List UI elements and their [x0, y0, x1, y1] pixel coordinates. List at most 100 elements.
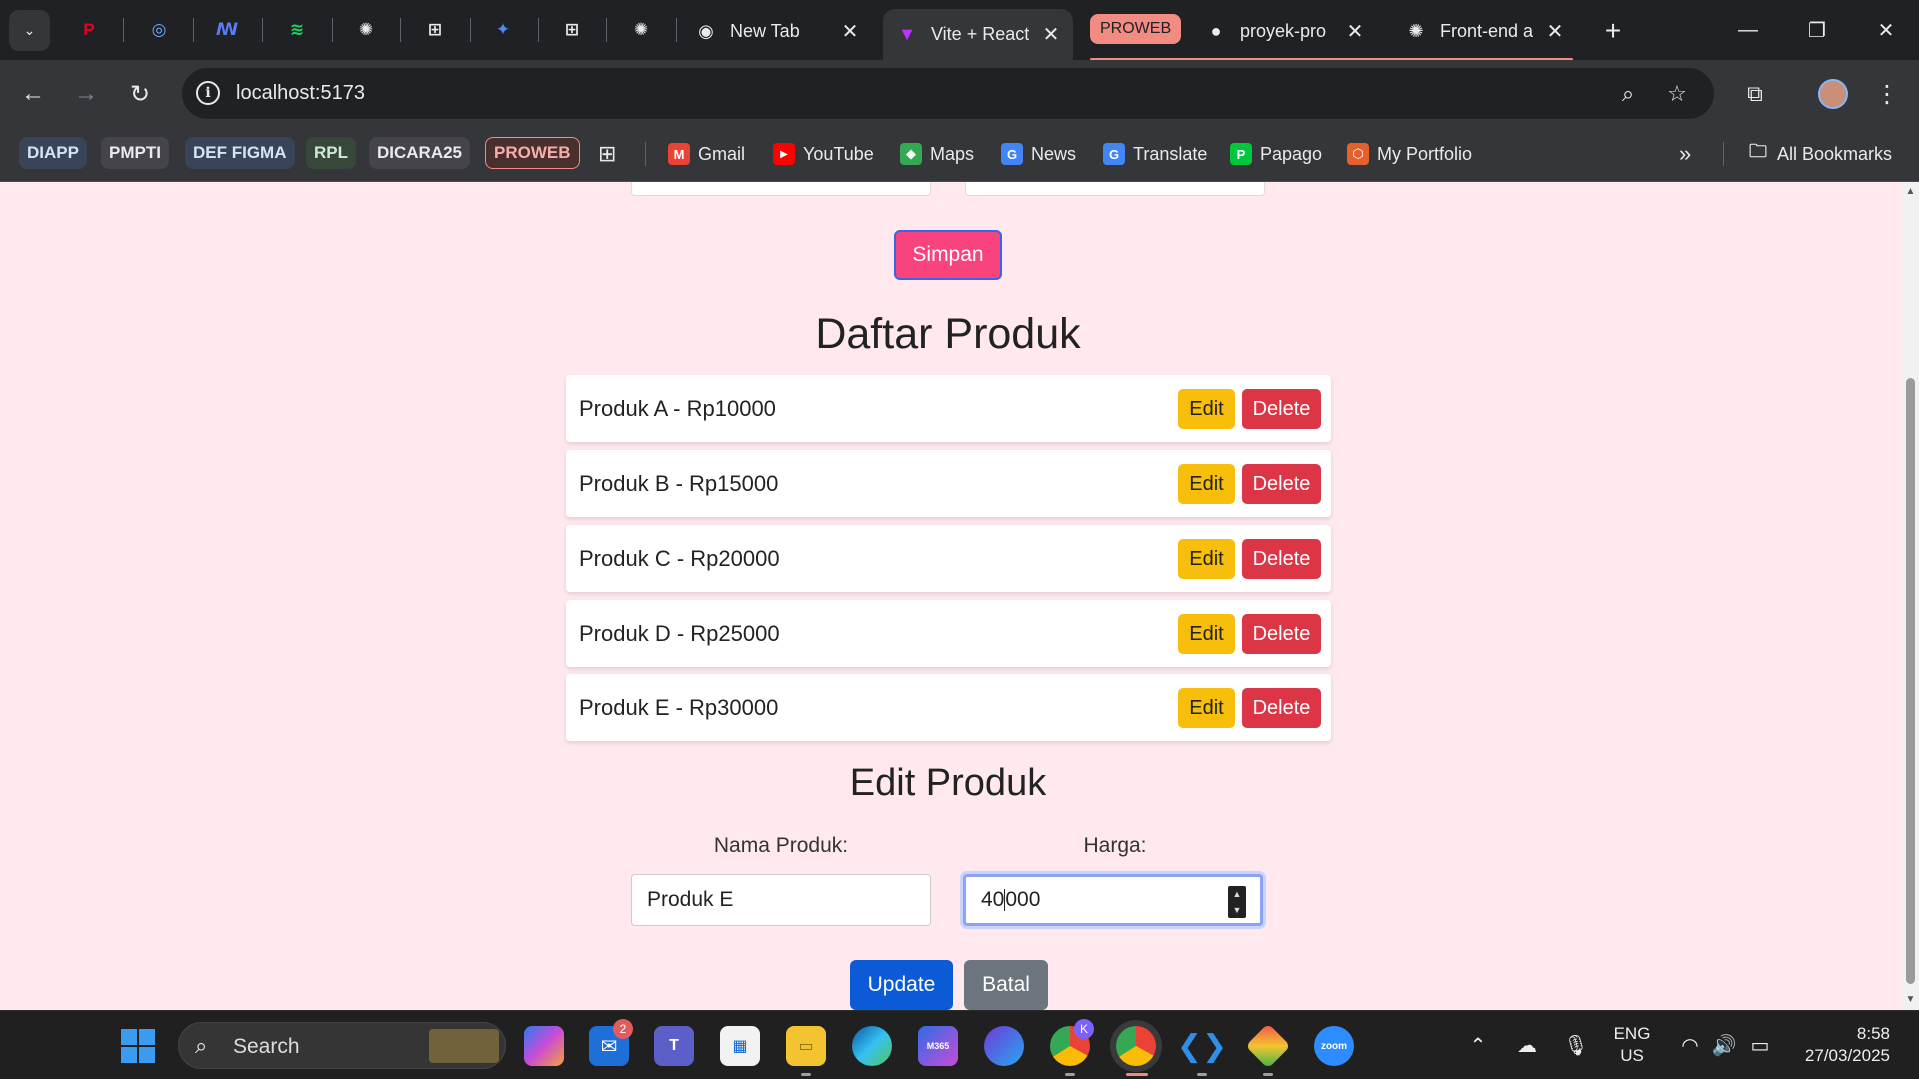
- forward-button[interactable]: →: [66, 74, 106, 114]
- pinned-tab-target-icon[interactable]: ◎: [141, 12, 177, 48]
- edit-button[interactable]: Edit: [1178, 389, 1235, 429]
- bookmark-maps[interactable]: ◆ Maps: [900, 138, 974, 170]
- firefox-icon[interactable]: [984, 1026, 1024, 1066]
- product-text: Produk A - Rp10000: [579, 396, 776, 421]
- tab-search-button[interactable]: ⌄: [9, 10, 50, 51]
- spinner-down-icon[interactable]: ▼: [1233, 905, 1242, 915]
- product-row: Produk B - Rp15000 Edit Delete: [566, 450, 1331, 517]
- tab-new-tab[interactable]: ◉ New Tab ✕: [682, 9, 872, 54]
- zoom-app-icon[interactable]: zoom: [1314, 1026, 1354, 1066]
- close-icon[interactable]: ✕: [1543, 20, 1567, 44]
- vscode-icon[interactable]: ❮❯: [1177, 1026, 1227, 1066]
- apps-button[interactable]: ⊞: [598, 138, 616, 170]
- product-name-input[interactable]: Produk E: [631, 874, 931, 926]
- bookmark-folder-diapp[interactable]: DIAPP: [19, 137, 87, 169]
- minimize-button[interactable]: —: [1723, 8, 1773, 52]
- bookmark-star-icon[interactable]: ☆: [1663, 80, 1691, 108]
- bookmark-youtube[interactable]: ▶ YouTube: [773, 138, 874, 170]
- product-text: Produk E - Rp30000: [579, 695, 779, 720]
- language-indicator[interactable]: ENG US: [1612, 1023, 1652, 1067]
- edit-button[interactable]: Edit: [1178, 539, 1235, 579]
- edit-button[interactable]: Edit: [1178, 614, 1235, 654]
- number-spinner[interactable]: ▲ ▼: [1228, 886, 1246, 918]
- taskbar-search[interactable]: ⌕ Search: [178, 1022, 506, 1069]
- menu-button[interactable]: ⋮: [1867, 74, 1907, 114]
- scroll-down-icon[interactable]: ▼: [1905, 994, 1916, 1005]
- delete-button[interactable]: Delete: [1242, 539, 1321, 579]
- openai-tab-icon[interactable]: ✺: [623, 12, 659, 48]
- add-price-input[interactable]: [965, 182, 1265, 196]
- delete-button[interactable]: Delete: [1242, 614, 1321, 654]
- back-button[interactable]: ←: [13, 74, 53, 114]
- edge-icon[interactable]: [852, 1026, 892, 1066]
- scrollbar-thumb[interactable]: [1906, 378, 1915, 984]
- microphone-icon[interactable]: 🎙: [1560, 1029, 1592, 1061]
- edit-button[interactable]: Edit: [1178, 464, 1235, 504]
- pinned-tab-grid-icon[interactable]: ⊞: [554, 12, 590, 48]
- spotify-tab-icon[interactable]: ≋: [279, 12, 315, 48]
- wifi-icon[interactable]: ◠: [1674, 1029, 1706, 1061]
- page-scrollbar[interactable]: ▲ ▼: [1902, 182, 1919, 1010]
- close-icon[interactable]: ✕: [838, 20, 862, 44]
- more-bookmarks-button[interactable]: »: [1679, 138, 1691, 170]
- microsoft-store-icon[interactable]: ▦: [720, 1026, 760, 1066]
- add-name-input[interactable]: [631, 182, 931, 196]
- show-hidden-icons-icon[interactable]: ⌃: [1462, 1029, 1494, 1061]
- bookmark-translate[interactable]: G Translate: [1103, 138, 1207, 170]
- tab-vite-react[interactable]: ▼ Vite + React ✕: [883, 9, 1073, 60]
- microsoft-365-icon[interactable]: M365: [918, 1026, 958, 1066]
- bookmark-news[interactable]: G News: [1001, 138, 1076, 170]
- volume-icon[interactable]: 🔊: [1708, 1029, 1740, 1061]
- reload-button[interactable]: ↻: [120, 74, 160, 114]
- update-button[interactable]: Update: [850, 960, 953, 1010]
- new-tab-button[interactable]: +: [1596, 14, 1630, 48]
- tab-front-end[interactable]: ✺ Front-end a ✕: [1392, 9, 1577, 54]
- copilot-icon[interactable]: [524, 1026, 564, 1066]
- tab-title: proyek-pro: [1240, 21, 1327, 41]
- bookmark-folder-pmpti[interactable]: PMPTI: [101, 137, 169, 169]
- edit-button[interactable]: Edit: [1178, 688, 1235, 728]
- restore-button[interactable]: ❐: [1792, 8, 1842, 52]
- close-window-button[interactable]: ✕: [1861, 8, 1911, 52]
- address-bar[interactable]: i localhost:5173 ⌕ ☆: [182, 68, 1714, 119]
- price-input[interactable]: 40 000 ▲ ▼: [963, 874, 1263, 926]
- pinned-tab-whale-icon[interactable]: ꟿ: [209, 12, 245, 48]
- chrome-active-icon[interactable]: [1116, 1026, 1156, 1066]
- close-icon[interactable]: ✕: [1343, 20, 1367, 44]
- bookmark-papago[interactable]: P Papago: [1230, 138, 1322, 170]
- close-icon[interactable]: ✕: [1039, 23, 1063, 47]
- openai-tab-icon[interactable]: ✺: [348, 12, 384, 48]
- app-diamond-icon[interactable]: [1245, 1023, 1291, 1069]
- teams-icon[interactable]: T: [654, 1026, 694, 1066]
- delete-button[interactable]: Delete: [1242, 688, 1321, 728]
- zoom-icon[interactable]: ⌕: [1614, 80, 1642, 108]
- scroll-up-icon[interactable]: ▲: [1905, 186, 1916, 197]
- tab-group-label[interactable]: PROWEB: [1090, 14, 1182, 44]
- extensions-button[interactable]: ⧉: [1735, 74, 1775, 114]
- bookmark-folder-rpl[interactable]: RPL: [306, 137, 356, 169]
- pinned-tab-grid-icon[interactable]: ⊞: [417, 12, 453, 48]
- bookmark-gmail[interactable]: M Gmail: [668, 138, 745, 170]
- address-url[interactable]: localhost:5173: [236, 82, 365, 105]
- save-button[interactable]: Simpan: [894, 230, 1002, 280]
- bookmark-folder-dicara25[interactable]: DICARA25: [369, 137, 471, 169]
- delete-button[interactable]: Delete: [1242, 464, 1321, 504]
- windows-start-icon[interactable]: [121, 1029, 155, 1063]
- bookmark-my-portfolio[interactable]: ⬡ My Portfolio: [1347, 138, 1472, 170]
- minimize-icon: —: [1738, 18, 1758, 41]
- battery-icon[interactable]: ▭: [1744, 1029, 1776, 1061]
- spinner-up-icon[interactable]: ▲: [1233, 889, 1242, 899]
- site-info-icon[interactable]: i: [196, 81, 220, 105]
- onedrive-icon[interactable]: ☁: [1511, 1029, 1543, 1061]
- bookmark-folder-def-figma[interactable]: DEF FIGMA: [185, 137, 295, 169]
- bookmark-folder-proweb[interactable]: PROWEB: [485, 137, 580, 169]
- file-explorer-icon[interactable]: ▭: [786, 1026, 826, 1066]
- tab-github[interactable]: ● proyek-pro ✕: [1192, 9, 1377, 54]
- system-clock[interactable]: 8:58 27/03/2025: [1790, 1023, 1890, 1067]
- delete-button[interactable]: Delete: [1242, 389, 1321, 429]
- cancel-button[interactable]: Batal: [964, 960, 1048, 1010]
- gemini-tab-icon[interactable]: ✦: [485, 12, 521, 48]
- all-bookmarks-button[interactable]: 🗀 All Bookmarks: [1747, 138, 1892, 170]
- pinterest-tab-icon[interactable]: P: [71, 12, 107, 48]
- profile-avatar[interactable]: [1818, 79, 1848, 109]
